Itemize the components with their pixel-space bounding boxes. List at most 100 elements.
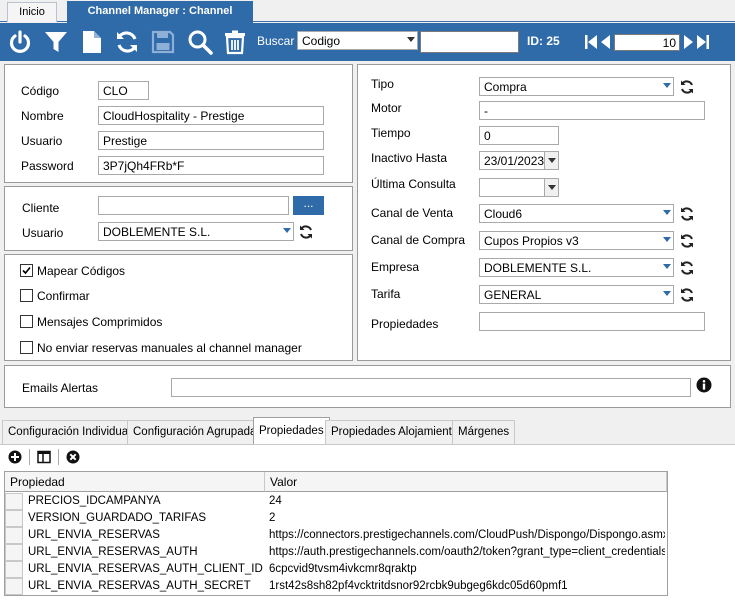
codigo-label: Código xyxy=(21,84,60,98)
column-header-valor[interactable]: Valor xyxy=(265,472,667,492)
cell-propiedad[interactable]: URL_ENVIA_RESERVAS xyxy=(28,527,263,544)
delete-icon[interactable] xyxy=(66,450,80,464)
password-label: Password xyxy=(21,159,74,173)
row-selector[interactable] xyxy=(5,578,23,595)
tiempo-field[interactable]: 0 xyxy=(479,126,559,145)
usuario-field[interactable]: Prestige xyxy=(98,131,324,150)
mapear-codigos-checkbox[interactable] xyxy=(20,264,33,277)
motor-field[interactable]: - xyxy=(479,101,705,120)
row-selector[interactable] xyxy=(5,493,23,510)
tab-margenes[interactable]: Márgenes xyxy=(452,420,516,444)
tab-channel-manager[interactable]: Channel Manager : Channel xyxy=(67,1,253,23)
canal-venta-label: Canal de Venta xyxy=(371,206,454,220)
cell-valor[interactable]: https://connectors.prestigechannels.com/… xyxy=(269,527,665,544)
tab-configuracion-individual[interactable]: Configuración Individual xyxy=(2,420,137,444)
empresa-select[interactable]: DOBLEMENTE S.L. xyxy=(479,258,674,277)
tarifa-label: Tarifa xyxy=(371,287,401,301)
calendar-dropdown-icon[interactable] xyxy=(544,179,558,196)
trash-icon[interactable] xyxy=(221,27,249,57)
codigo-field[interactable]: CLO xyxy=(98,81,149,100)
search-icon[interactable] xyxy=(186,27,214,57)
table-row[interactable]: PRECIOS_IDCAMPANYA 24 xyxy=(5,493,667,510)
canal-venta-select[interactable]: Cloud6 xyxy=(479,204,674,223)
refresh-icon[interactable] xyxy=(679,206,695,222)
confirmar-label: Confirmar xyxy=(37,289,90,303)
new-document-icon[interactable] xyxy=(78,27,106,57)
info-icon[interactable] xyxy=(696,377,712,393)
search-field-select-value: Codigo xyxy=(302,34,341,48)
column-header-propiedad[interactable]: Propiedad xyxy=(5,472,265,492)
buscar-label: Buscar xyxy=(257,34,295,48)
options-panel: Mapear Códigos Confirmar Mensajes Compri… xyxy=(4,254,353,361)
tab-configuracion-agrupada[interactable]: Configuración Agrupada xyxy=(127,420,263,444)
tarifa-select[interactable]: GENERAL xyxy=(479,285,674,304)
previous-record-icon[interactable] xyxy=(598,34,612,50)
refresh-icon[interactable] xyxy=(679,260,695,276)
refresh-icon[interactable] xyxy=(679,287,695,303)
tipo-select[interactable]: Compra xyxy=(479,77,674,96)
cliente-usuario-label: Usuario xyxy=(22,226,64,240)
cliente-field[interactable] xyxy=(98,196,289,215)
first-record-icon[interactable] xyxy=(584,34,598,50)
cell-valor[interactable]: 24 xyxy=(269,493,665,510)
row-selector[interactable] xyxy=(5,510,23,527)
cliente-panel: Cliente ... Usuario DOBLEMENTE S.L. xyxy=(4,186,353,251)
mensajes-comprimidos-checkbox[interactable] xyxy=(20,315,33,328)
cell-propiedad[interactable]: PRECIOS_IDCAMPANYA xyxy=(28,493,263,510)
cell-valor[interactable]: 1rst42s8sh82pf4vcktritdsnor92rcbk9ubgeg6… xyxy=(269,578,665,595)
canal-compra-select[interactable]: Cupos Propios v3 xyxy=(479,231,674,250)
no-enviar-reservas-checkbox[interactable] xyxy=(20,341,33,354)
table-row[interactable]: URL_ENVIA_RESERVAS https://connectors.pr… xyxy=(5,527,667,544)
next-record-icon[interactable] xyxy=(682,34,696,50)
table-row[interactable]: URL_ENVIA_RESERVAS_AUTH_CLIENT_ID 6cpcvi… xyxy=(5,561,667,578)
propiedades-label: Propiedades xyxy=(371,317,439,331)
add-icon[interactable] xyxy=(8,450,22,464)
toolbar: Buscar Codigo ID: 25 10 xyxy=(0,23,735,61)
cell-propiedad[interactable]: VERSION_GUARDADO_TARIFAS xyxy=(28,510,263,527)
last-record-icon[interactable] xyxy=(696,34,710,50)
save-icon[interactable] xyxy=(149,27,177,57)
confirmar-checkbox[interactable] xyxy=(20,289,33,302)
cell-valor[interactable]: https://auth.prestigechannels.com/oauth2… xyxy=(269,544,665,561)
tab-propiedades[interactable]: Propiedades xyxy=(253,417,330,444)
mapear-codigos-label: Mapear Códigos xyxy=(37,264,126,278)
record-number-input[interactable]: 10 xyxy=(614,34,680,51)
refresh-icon[interactable] xyxy=(113,27,141,57)
propiedades-field[interactable] xyxy=(479,312,705,331)
table-row[interactable]: URL_ENVIA_RESERVAS_AUTH_SECRET 1rst42s8s… xyxy=(5,578,667,595)
password-field[interactable]: 3P7jQh4FRb*F xyxy=(98,156,324,175)
nombre-field[interactable]: CloudHospitality - Prestige xyxy=(98,106,324,125)
emails-alertas-field[interactable] xyxy=(171,378,691,397)
table-row[interactable]: URL_ENVIA_RESERVAS_AUTH https://auth.pre… xyxy=(5,544,667,561)
cell-propiedad[interactable]: URL_ENVIA_RESERVAS_AUTH_CLIENT_ID xyxy=(28,561,263,578)
cliente-usuario-select[interactable]: DOBLEMENTE S.L. xyxy=(98,222,294,241)
canal-compra-value: Cupos Propios v3 xyxy=(484,234,579,248)
table-row[interactable]: VERSION_GUARDADO_TARIFAS 2 xyxy=(5,510,667,527)
emails-panel: Emails Alertas xyxy=(4,365,731,408)
row-selector[interactable] xyxy=(5,561,23,578)
power-icon[interactable] xyxy=(6,27,34,57)
cliente-usuario-value: DOBLEMENTE S.L. xyxy=(103,225,211,239)
cell-propiedad[interactable]: URL_ENVIA_RESERVAS_AUTH_SECRET xyxy=(28,578,263,595)
cliente-lookup-button[interactable]: ... xyxy=(293,196,324,215)
chevron-down-icon xyxy=(663,264,671,269)
cell-valor[interactable]: 2 xyxy=(269,510,665,527)
search-field-select[interactable]: Codigo xyxy=(297,31,418,50)
cell-valor[interactable]: 6cpcvid9tvsm4ivkcmr8qraktp xyxy=(269,561,665,578)
filter-icon[interactable] xyxy=(42,27,70,57)
tab-propiedades-alojamiento[interactable]: Propiedades Alojamiento xyxy=(325,420,465,444)
calendar-dropdown-icon[interactable] xyxy=(544,152,558,169)
refresh-icon[interactable] xyxy=(679,79,695,95)
row-selector[interactable] xyxy=(5,527,23,544)
cell-propiedad[interactable]: URL_ENVIA_RESERVAS_AUTH xyxy=(28,544,263,561)
chevron-down-icon xyxy=(663,237,671,242)
ultima-consulta-date[interactable] xyxy=(479,178,559,197)
columns-icon[interactable] xyxy=(37,450,51,464)
inactivo-hasta-date[interactable]: 23/01/2023 xyxy=(479,151,559,170)
refresh-icon[interactable] xyxy=(298,224,314,240)
refresh-icon[interactable] xyxy=(679,233,695,249)
cliente-label: Cliente xyxy=(22,201,60,215)
search-input[interactable] xyxy=(420,31,519,53)
tab-inicio[interactable]: Inicio xyxy=(7,2,57,22)
row-selector[interactable] xyxy=(5,544,23,561)
